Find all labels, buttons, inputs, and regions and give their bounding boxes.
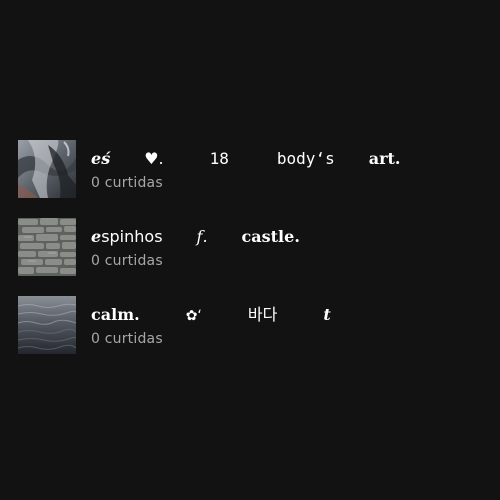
title-segment: art. (368, 149, 401, 168)
playlist-title[interactable]: 𝒆spinhos 𝑓. castle. (91, 226, 300, 248)
title-segment: 바다 (247, 305, 278, 324)
playlist-cover-ocean[interactable] (18, 296, 76, 354)
playlist-item[interactable]: calm. ✿‘ 바다 𝒕 0 curtidas (18, 296, 488, 354)
playlist-cover-stone[interactable] (18, 218, 76, 276)
playlist-title[interactable]: 𝒆ś ♥︎. 18 body‘s art. (91, 148, 400, 170)
title-segment: 18 (209, 149, 229, 168)
playlist-likes: 0 curtidas (91, 331, 163, 347)
title-segment: body‘s (276, 149, 335, 168)
title-segment: spinhos (101, 227, 163, 246)
playlist-list: 𝒆ś ♥︎. 18 body‘s art. 0 curtidas 𝒆spinho… (18, 140, 488, 374)
ocean-water-cover-image (18, 296, 76, 354)
title-segment: ✿‘ (185, 308, 202, 324)
title-segment: ś (101, 149, 111, 168)
playlist-likes: 0 curtidas (91, 253, 163, 269)
title-segment: ♥︎. (144, 149, 164, 168)
playlist-item[interactable]: 𝒆ś ♥︎. 18 body‘s art. 0 curtidas (18, 140, 488, 198)
title-segment: 𝒆 (91, 149, 102, 168)
title-segment: 𝒕 (323, 305, 331, 324)
playlist-title[interactable]: calm. ✿‘ 바다 𝒕 (91, 304, 331, 326)
title-segment: 𝒆 (91, 227, 102, 246)
stone-wall-cover-image (18, 218, 76, 276)
playlist-likes: 0 curtidas (91, 175, 163, 191)
title-segment: castle. (241, 227, 300, 246)
fabric-cover-image (18, 140, 76, 198)
title-segment: calm. (91, 305, 140, 324)
playlist-cover-fabric[interactable] (18, 140, 76, 198)
title-segment: 𝑓. (196, 227, 208, 246)
playlist-item[interactable]: 𝒆spinhos 𝑓. castle. 0 curtidas (18, 218, 488, 276)
